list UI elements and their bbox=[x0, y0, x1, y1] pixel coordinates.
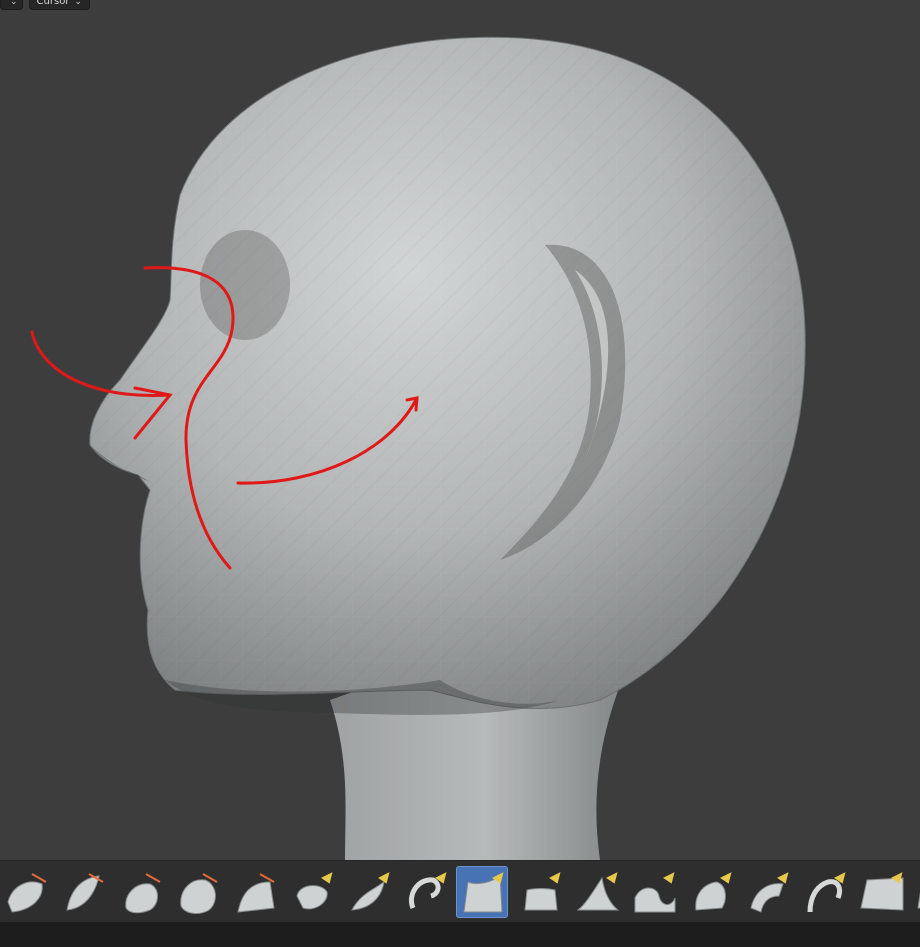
brush-tool-grab-brush[interactable] bbox=[798, 866, 850, 918]
layer-brush-icon bbox=[237, 873, 275, 913]
brush-tool-clay-strips-brush[interactable] bbox=[171, 866, 223, 918]
multiplane-scrape-brush-icon bbox=[695, 872, 732, 911]
brush-tool-snake-hook-brush[interactable] bbox=[912, 866, 920, 918]
clay-strips-brush-icon bbox=[180, 873, 218, 914]
brush-tool-crease-brush[interactable] bbox=[399, 866, 451, 918]
grab-brush-icon bbox=[807, 872, 846, 913]
brush-tool-multiplane-scrape-brush[interactable] bbox=[684, 866, 736, 918]
brush-tool-layer-brush[interactable] bbox=[228, 866, 280, 918]
brush-tool-smooth-brush[interactable] bbox=[456, 866, 508, 918]
brush-tool-draw-brush[interactable] bbox=[0, 866, 52, 918]
smooth-brush-icon bbox=[463, 872, 504, 913]
brush-tool-inflate-brush[interactable] bbox=[285, 866, 337, 918]
brush-tool-flatten-brush[interactable] bbox=[513, 866, 565, 918]
brush-tool-draw-sharp-brush[interactable] bbox=[57, 866, 109, 918]
chevron-down-icon: ⌄ bbox=[10, 0, 18, 7]
elastic-deform-brush-icon bbox=[860, 872, 904, 911]
draw-brush-icon bbox=[7, 873, 47, 913]
viewport-left-dropdown[interactable]: ⌄ bbox=[0, 0, 23, 10]
brush-tool-blob-brush[interactable] bbox=[342, 866, 394, 918]
viewport-header: ⌄ Cursor ⌄ bbox=[0, 0, 90, 12]
clay-brush-icon bbox=[125, 873, 161, 914]
blob-brush-icon bbox=[351, 872, 390, 911]
inflate-brush-icon bbox=[296, 872, 333, 910]
brush-tool-elastic-deform-brush[interactable] bbox=[855, 866, 907, 918]
brush-tool-clay-brush[interactable] bbox=[114, 866, 166, 918]
chevron-down-icon: ⌄ bbox=[74, 0, 82, 7]
status-bar bbox=[0, 922, 920, 947]
brush-tool-scrape-brush[interactable] bbox=[627, 866, 679, 918]
brush-row bbox=[0, 866, 920, 918]
crease-brush-icon bbox=[409, 872, 447, 909]
brush-tool-pinch-brush[interactable] bbox=[741, 866, 793, 918]
3d-viewport[interactable]: ⌄ Cursor ⌄ bbox=[0, 0, 920, 860]
sculpt-canvas[interactable] bbox=[0, 0, 920, 860]
pivot-point-dropdown[interactable]: Cursor ⌄ bbox=[28, 0, 90, 10]
pivot-point-label: Cursor bbox=[36, 0, 70, 7]
scrape-brush-icon bbox=[634, 872, 676, 913]
fill-brush-icon bbox=[576, 872, 620, 911]
brush-toolbar bbox=[0, 860, 920, 923]
head-mesh[interactable] bbox=[89, 36, 806, 715]
draw-sharp-brush-icon bbox=[66, 873, 104, 911]
brush-tool-fill-brush[interactable] bbox=[570, 866, 622, 918]
flatten-brush-icon bbox=[524, 872, 561, 911]
pinch-brush-icon bbox=[750, 872, 789, 913]
snake-hook-brush-icon bbox=[917, 891, 920, 909]
